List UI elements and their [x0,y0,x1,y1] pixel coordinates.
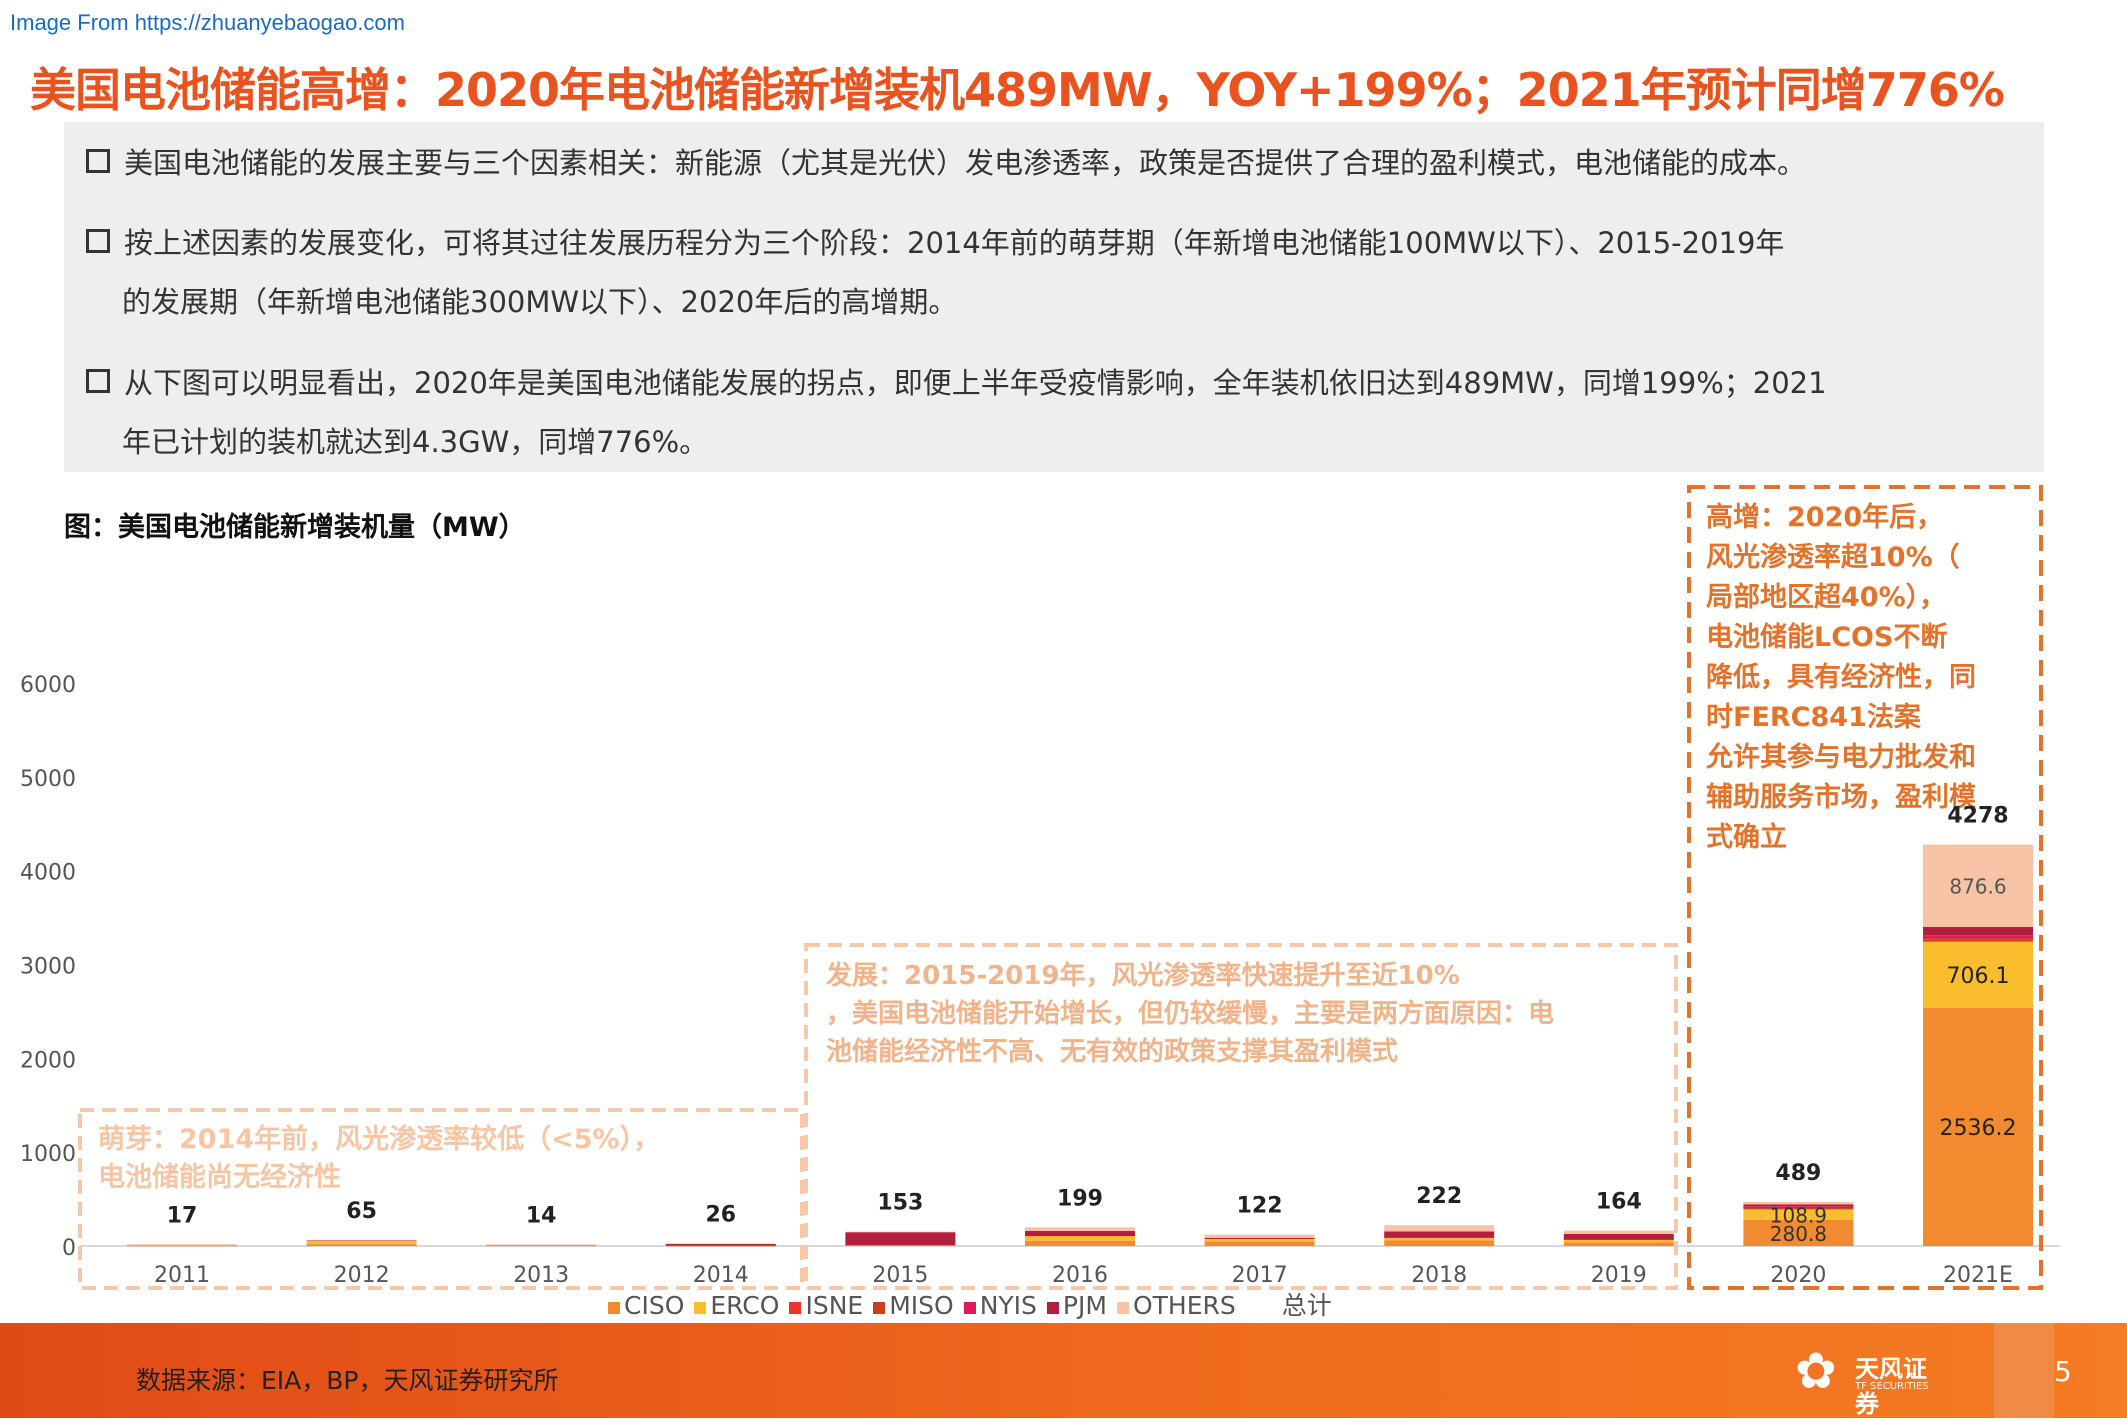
y-tick-label: 5000 [20,767,76,792]
total-label: 199 [1057,1186,1103,1211]
legend-swatch [789,1302,802,1314]
legend-swatch [694,1302,707,1314]
legend-label: ISNE [805,1291,864,1320]
bar-segment [306,1240,417,1241]
legend-item: NYIS [963,1291,1037,1320]
brand-logo: ✿ 天风证券 TF SECURITIES [1795,1341,1945,1418]
bar-segment [127,1245,237,1247]
total-label: 489 [1775,1161,1821,1186]
bar-segment [845,1245,956,1246]
bar-segment [1384,1240,1495,1246]
logo-subtext: TF SECURITIES [1855,1381,1929,1392]
total-label: 65 [346,1199,377,1224]
flower-logo-icon: ✿ [1795,1342,1837,1400]
y-tick-label: 0 [62,1236,76,1261]
bar-segment [665,1243,776,1245]
bar-segment [1923,926,2033,936]
bar-segment [306,1239,417,1241]
bar-segment [1563,1242,1674,1246]
legend-swatch [1046,1302,1059,1314]
total-label: 153 [877,1191,923,1216]
page-number: 5 [2054,1355,2072,1388]
y-tick-label: 6000 [20,673,76,698]
bar-segment [1025,1236,1135,1241]
legend-item: ISNE [789,1291,863,1320]
legend-item: OTHERS [1116,1291,1236,1320]
x-tick-label: 2020 [1770,1263,1826,1288]
bar-segment [306,1244,417,1246]
bar-segment [1563,1230,1674,1234]
total-label: 222 [1416,1184,1462,1209]
legend-label: OTHERS [1132,1291,1236,1320]
bar-segment [306,1240,417,1245]
y-tick-label: 3000 [20,955,76,980]
x-tick-label: 2016 [1052,1263,1108,1288]
x-tick-label: 2011 [154,1263,210,1288]
bar-segment [486,1244,597,1246]
bar-segment [1025,1227,1135,1231]
x-tick-label: 2017 [1232,1263,1288,1288]
y-tick-label: 1000 [20,1142,76,1167]
bar-segment [1923,939,2033,942]
x-tick-label: 2021E [1943,1263,2013,1288]
high-growth-annotation: 高增：2020年后，风光渗透率超10%（局部地区超40%），电池储能LCOS不断… [1705,501,1976,853]
legend-swatch [1116,1302,1129,1314]
total-label: 17 [167,1203,198,1228]
bar-segment [1563,1239,1674,1243]
legend-label: ERCO [710,1291,780,1320]
legend-label: MISO [889,1291,954,1320]
budding-annotation: 萌芽：2014年前，风光渗透率较低（<5%），电池储能尚无经济性 [98,1123,660,1193]
bar-segment [845,1232,956,1246]
legend-item: PJM [1046,1291,1107,1320]
legend-label: PJM [1062,1291,1107,1320]
development-annotation: 发展：2015-2019年，风光渗透率快速提升至近10%，美国电池储能开始增长，… [825,960,1554,1067]
bar-segment [1025,1240,1135,1246]
bar-segment [1384,1237,1495,1239]
x-tick-label: 2018 [1411,1263,1467,1288]
bar-segment [1204,1237,1315,1239]
data-label: 2536.2 [1940,1116,2017,1141]
total-label: 164 [1596,1190,1642,1215]
data-label: 108.9 [1770,1204,1827,1228]
legend-swatch [963,1302,976,1314]
bar-segment [127,1244,237,1245]
x-tick-label: 2014 [693,1263,749,1288]
bar-segment [1384,1225,1495,1232]
total-label: 14 [526,1204,557,1229]
bar-segment [1204,1238,1315,1242]
legend-label: 总计 [1281,1291,1332,1320]
total-label: 122 [1237,1194,1283,1219]
y-tick-label: 2000 [20,1048,76,1073]
x-tick-label: 2019 [1591,1263,1647,1288]
total-label: 26 [705,1203,736,1228]
bar-segment [1204,1241,1315,1246]
legend-swatch [608,1302,620,1314]
bar-segment [1923,938,2033,940]
bar-segment [845,1231,956,1233]
bar-segment [1204,1234,1315,1238]
x-tick-label: 2015 [872,1263,928,1288]
legend-item: CISO [608,1291,684,1320]
data-label: 706.1 [1947,964,2010,989]
legend-label: CISO [624,1291,685,1320]
legend-item: ERCO [694,1291,779,1320]
stacked-bar-chart: 0 1000 2000 3000 4000 5000 6000 萌芽：2014年前，风光渗透率… [20,485,2060,1290]
chart-legend: CISO ERCO ISNE MISO NYIS PJM OTHERS 总计 [608,1286,1342,1322]
legend-swatch [873,1302,886,1314]
total-label: 4278 [1947,804,2008,829]
y-tick-label: 4000 [20,861,76,886]
bar-segment [1384,1231,1495,1238]
x-tick-label: 2012 [334,1263,390,1288]
legend-item: MISO [873,1291,954,1320]
bar-segment [665,1245,776,1246]
page-number-box [1994,1323,2054,1418]
data-label: 876.6 [1949,875,2006,899]
x-tick-label: 2013 [513,1263,569,1288]
bar-segment [1384,1238,1495,1241]
source-note: 数据来源：EIA，BP，天风证券研究所 [136,1366,559,1395]
bar-segment [1923,935,2033,939]
bar-segment [1563,1233,1674,1240]
legend-label: NYIS [979,1291,1037,1320]
bar-segment [1025,1230,1135,1237]
